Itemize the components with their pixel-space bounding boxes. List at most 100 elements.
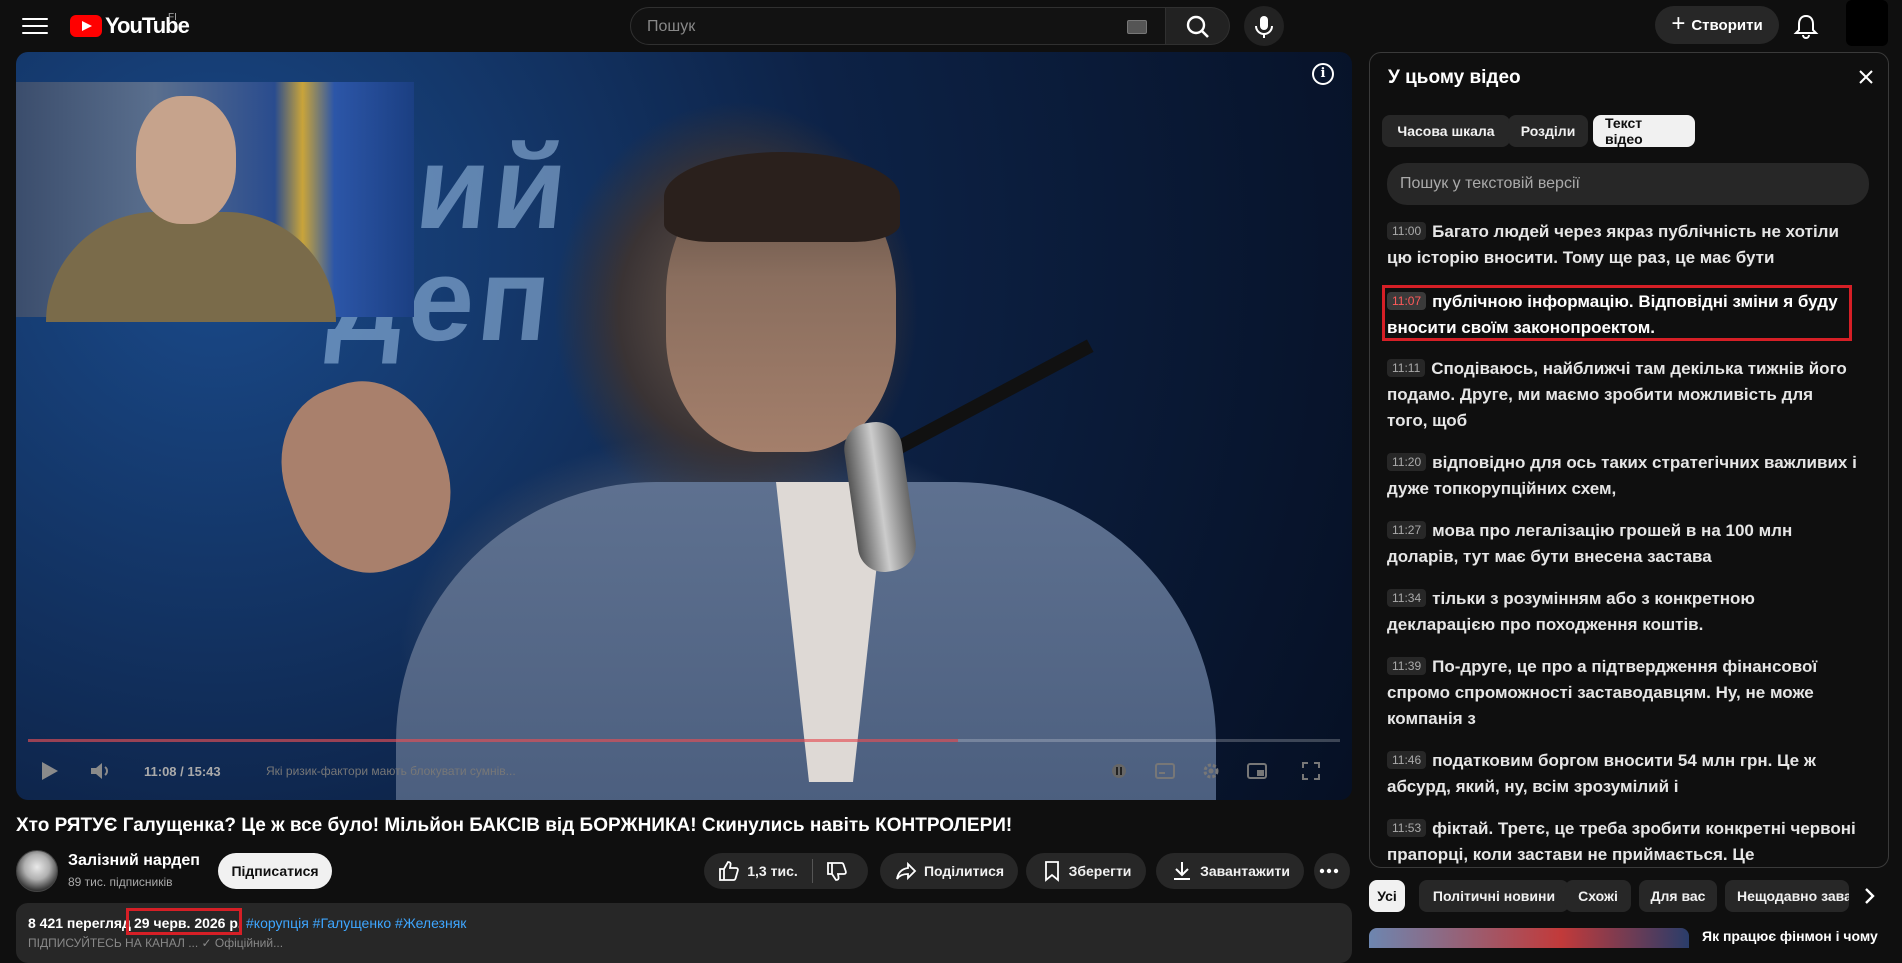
segment-timestamp: 11:46	[1387, 751, 1427, 769]
transcript-segment[interactable]: 11:11 Сподіваюсь, найближчі там декілька …	[1387, 356, 1857, 434]
share-button[interactable]: Поділитися	[880, 853, 1018, 889]
subscribe-button[interactable]: Підписатися	[218, 853, 332, 889]
segment-text: відповідно для ось таких стратегічних ва…	[1387, 453, 1857, 498]
segment-text: податковим боргом вносити 54 млн грн. Це…	[1387, 751, 1816, 796]
inset-person-head	[136, 96, 236, 224]
tab-chapters[interactable]: Розділи	[1508, 115, 1588, 147]
create-label: Створити	[1691, 16, 1763, 34]
menu-icon[interactable]	[22, 14, 48, 38]
video-player[interactable]: ний деп i 11:08 / 15:43 Які ризик-фактор…	[16, 52, 1352, 800]
close-icon[interactable]	[1854, 65, 1878, 89]
transcript-segment[interactable]: 11:34 тільки з розумінням або з конкретно…	[1387, 586, 1857, 638]
save-button[interactable]: Зберегти	[1026, 853, 1146, 889]
transcript-segment[interactable]: 11:46 податковим боргом вносити 54 млн гр…	[1387, 748, 1857, 800]
chevron-right-icon[interactable]	[1852, 880, 1888, 912]
download-label: Завантажити	[1200, 863, 1290, 879]
filter-chip-all[interactable]: Усі	[1369, 880, 1405, 912]
picture-in-picture-inset	[16, 82, 414, 322]
filter-chip-recently-uploaded[interactable]: Нещодавно заван	[1725, 880, 1849, 912]
bookmark-icon	[1044, 861, 1059, 882]
notifications-bell-icon[interactable]	[1792, 13, 1820, 39]
microphone-icon	[1255, 16, 1273, 38]
filter-chip-political-news[interactable]: Політичні новини	[1419, 880, 1569, 912]
active-segment-highlight-box	[1382, 285, 1852, 341]
transcript-segment[interactable]: 11:53 фіктай. Третє, це треба зробити кон…	[1387, 816, 1857, 867]
country-code: FI	[168, 12, 177, 23]
filter-chip-similar[interactable]: Схожі	[1565, 880, 1631, 912]
dislike-button[interactable]	[813, 859, 855, 883]
segment-timestamp: 11:11	[1387, 359, 1426, 377]
description-preview: ПІДПИСУЙТЕСЬ НА КАНАЛ ... ✓ Офіційний...	[28, 936, 284, 950]
inset-person-body	[46, 212, 336, 322]
hashtags[interactable]: #корупція #Галущенко #Железняк	[246, 915, 466, 931]
channel-avatar[interactable]	[16, 850, 58, 892]
segment-timestamp: 11:39	[1387, 657, 1427, 675]
segment-text: Багато людей через якраз публічність не …	[1387, 222, 1839, 267]
chapter-title[interactable]: Які ризик-фактори мають блокувати сумнів…	[266, 764, 516, 778]
keyboard-icon[interactable]	[1127, 20, 1147, 34]
thumbs-up-icon	[719, 861, 740, 881]
recommendation-title[interactable]: Як працює фінмон і чому	[1702, 928, 1878, 944]
save-label: Зберегти	[1068, 863, 1132, 879]
search-input[interactable]	[645, 8, 1119, 46]
segment-timestamp: 11:53	[1387, 819, 1427, 837]
video-person-hair	[664, 152, 900, 242]
segment-text: фіктай. Третє, це треба зробити конкретн…	[1387, 819, 1856, 864]
volume-icon[interactable]	[88, 760, 112, 782]
share-label: Поділитися	[923, 863, 1005, 879]
segment-text: мова про легалізацію грошей в на 100 млн…	[1387, 521, 1793, 566]
recommendation-thumbnail[interactable]	[1369, 928, 1689, 948]
channel-name[interactable]: Залізний нардеп	[68, 852, 200, 870]
play-icon[interactable]	[42, 762, 58, 780]
transcript-search-input[interactable]	[1387, 163, 1869, 205]
time-display: 11:08 / 15:43	[144, 764, 221, 779]
video-mic-arm	[892, 339, 1094, 456]
transcript-segment[interactable]: 11:39 По-друге, це про а підтвердження фі…	[1387, 654, 1857, 732]
like-dislike-group: 1,3 тис.	[704, 853, 868, 889]
segment-timestamp: 11:34	[1387, 589, 1427, 607]
miniplayer-icon[interactable]	[1246, 760, 1268, 782]
segment-timestamp: 11:00	[1387, 222, 1427, 240]
more-horizontal-icon	[1319, 868, 1339, 874]
youtube-logo[interactable]: YouTube FI	[70, 12, 190, 38]
transcript-segment[interactable]: 11:00 Багато людей через якраз публічніст…	[1387, 219, 1857, 271]
create-button[interactable]: + Створити	[1655, 6, 1779, 44]
fullscreen-icon[interactable]	[1300, 760, 1322, 782]
date-highlight-box	[126, 908, 242, 935]
video-person-hand	[258, 360, 474, 594]
search-icon	[1186, 15, 1209, 38]
thumbs-down-icon	[826, 862, 847, 881]
tab-timeline[interactable]: Часова шкала	[1382, 115, 1510, 147]
segment-timestamp: 11:20	[1387, 453, 1427, 471]
progress-bar[interactable]	[28, 739, 1340, 742]
youtube-play-icon	[70, 15, 102, 37]
download-icon	[1174, 862, 1191, 880]
video-title: Хто РЯТУЄ Галущенка? Це ж все було! Міль…	[16, 815, 1013, 836]
settings-gear-icon[interactable]	[1200, 760, 1222, 782]
account-avatar[interactable]	[1846, 0, 1888, 46]
transcript-segment[interactable]: 11:27 мова про легалізацію грошей в на 10…	[1387, 518, 1857, 570]
pause-autoplay-icon[interactable]	[1108, 760, 1130, 782]
plus-icon: +	[1671, 10, 1686, 37]
like-count: 1,3 тис.	[747, 863, 798, 879]
panel-title: У цьому відео	[1388, 67, 1521, 88]
tab-transcript[interactable]: Текст відео	[1593, 115, 1695, 147]
filter-chip-for-you[interactable]: Для вас	[1639, 880, 1717, 912]
more-actions-button[interactable]	[1314, 853, 1350, 889]
segment-text: Сподіваюсь, найближчі там декілька тижні…	[1387, 359, 1847, 430]
voice-search-button[interactable]	[1244, 6, 1284, 46]
player-controls: 11:08 / 15:43 Які ризик-фактори мають бл…	[16, 752, 1352, 792]
subscriber-count: 89 тис. підписників	[68, 875, 173, 889]
info-icon[interactable]: i	[1312, 63, 1334, 85]
transcript-panel: У цьому відео Часова шкала Розділи Текст…	[1369, 52, 1889, 868]
download-button[interactable]: Завантажити	[1156, 853, 1304, 889]
progress-played	[28, 739, 959, 742]
subtitles-icon[interactable]	[1154, 760, 1176, 782]
share-icon	[896, 861, 917, 881]
view-count: 8 421 перегляд	[28, 915, 131, 931]
like-button[interactable]: 1,3 тис.	[717, 859, 813, 883]
top-bar: YouTube FI + Створити	[0, 0, 1902, 52]
search-button[interactable]	[1166, 7, 1230, 45]
segment-text: По-друге, це про а підтвердження фінансо…	[1387, 657, 1818, 728]
transcript-segment[interactable]: 11:20 відповідно для ось таких стратегічн…	[1387, 450, 1857, 502]
